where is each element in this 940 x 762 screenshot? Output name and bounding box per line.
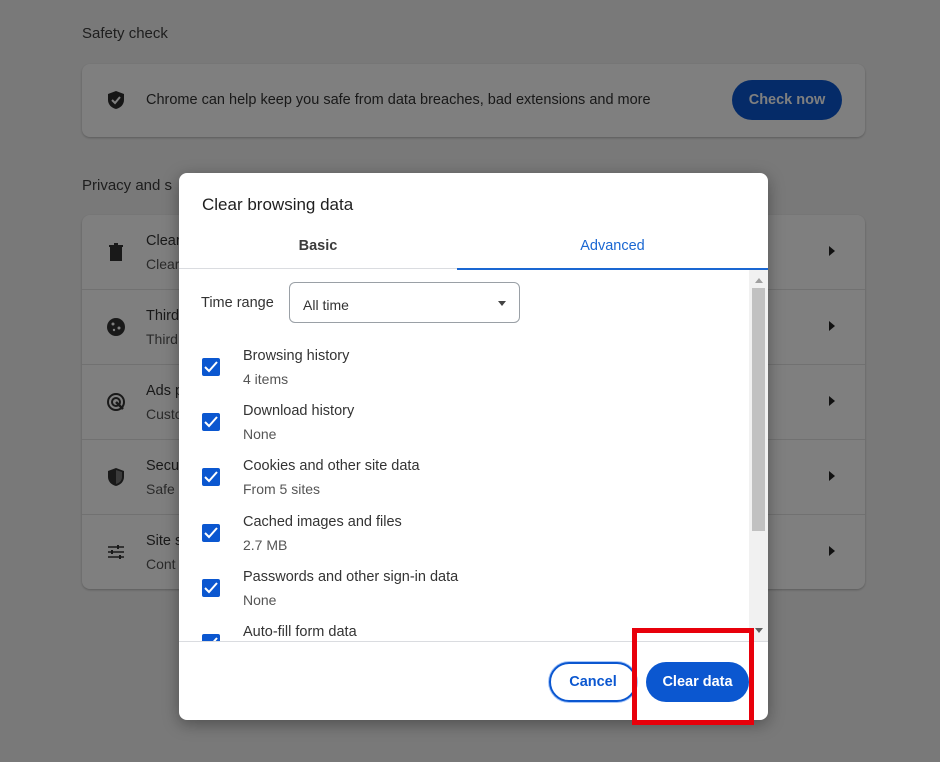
- option-cookies: Cookies and other site data From 5 sites: [179, 452, 749, 507]
- option-detail: 4 items: [243, 371, 289, 387]
- option-cached-images: Cached images and files 2.7 MB: [179, 508, 749, 563]
- checkbox-download-history[interactable]: [202, 413, 220, 431]
- cancel-button[interactable]: Cancel: [549, 662, 637, 702]
- option-label: Auto-fill form data: [243, 624, 357, 640]
- time-range-label: Time range: [201, 295, 274, 311]
- time-range-value: All time: [303, 297, 349, 313]
- dialog-tabs: Basic Advanced: [179, 229, 768, 270]
- tab-basic[interactable]: Basic: [179, 229, 457, 269]
- scroll-down-arrow-icon[interactable]: [755, 628, 763, 633]
- option-label: Download history: [243, 403, 355, 419]
- option-browsing-history: Browsing history 4 items: [179, 342, 749, 397]
- option-label: Cookies and other site data: [243, 458, 420, 474]
- option-label: Passwords and other sign-in data: [243, 569, 459, 585]
- checkbox-autofill[interactable]: [202, 634, 220, 641]
- dialog-title: Clear browsing data: [202, 195, 354, 214]
- highlight-box: [632, 628, 754, 725]
- scrollbar-thumb[interactable]: [752, 288, 765, 531]
- option-detail: None: [243, 426, 277, 442]
- tab-advanced[interactable]: Advanced: [457, 229, 768, 270]
- checkbox-cookies[interactable]: [202, 468, 220, 486]
- checkbox-cached-images[interactable]: [202, 524, 220, 542]
- time-range-select[interactable]: All time: [289, 282, 520, 323]
- option-detail: None: [243, 592, 277, 608]
- option-download-history: Download history None: [179, 397, 749, 452]
- dropdown-arrow-icon: [498, 301, 506, 306]
- dialog-scrollbar[interactable]: [749, 270, 768, 641]
- scroll-up-arrow-icon[interactable]: [755, 278, 763, 283]
- option-passwords: Passwords and other sign-in data None: [179, 563, 749, 618]
- option-detail: 2.7 MB: [243, 537, 288, 553]
- option-label: Cached images and files: [243, 514, 402, 530]
- checkbox-browsing-history[interactable]: [202, 358, 220, 376]
- option-label: Browsing history: [243, 348, 350, 364]
- checkbox-passwords[interactable]: [202, 579, 220, 597]
- dialog-body: Time range All time Browsing history 4 i…: [179, 270, 768, 641]
- option-detail: From 5 sites: [243, 481, 321, 497]
